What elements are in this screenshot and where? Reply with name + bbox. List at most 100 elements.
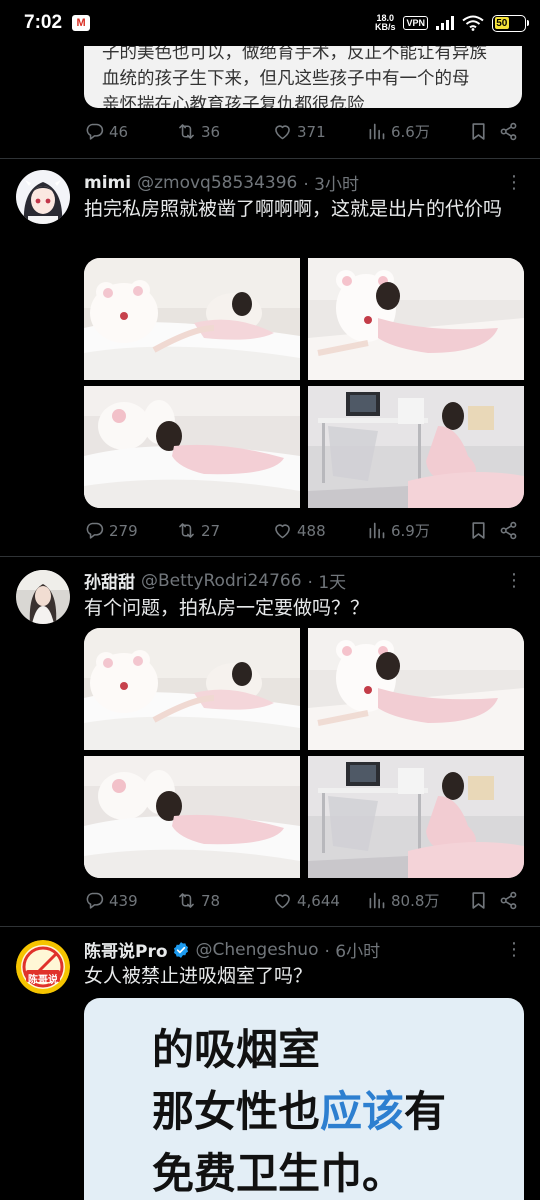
photo[interactable] [308,628,524,750]
signal-icon [436,16,454,30]
reply-icon [84,520,105,541]
avatar[interactable] [16,170,70,224]
quote-text-line: 亲怀揣在心教育孩子复仇都很危险 [102,95,365,108]
retweet-count: 36 [201,122,221,141]
views-button[interactable]: 6.9万 [366,520,460,541]
retweet-button[interactable]: 36 [176,121,272,142]
user-handle[interactable]: @zmovq58534396 [137,173,297,193]
poster-line: 免费卫生巾。 [152,1149,405,1198]
avatar[interactable]: 陈哥说 [16,940,70,994]
avatar-text: 陈哥说 [28,975,58,986]
tweet-time[interactable]: · 6小时 [324,937,380,962]
photo[interactable] [308,258,524,380]
status-bar: 7:02 M 18.0 KB/s VPN 50 [0,0,540,46]
reply-button[interactable]: 46 [84,121,176,142]
retweet-icon [176,520,197,541]
more-icon[interactable]: ⋮ [505,172,524,193]
tweet-actions: 439 78 4,644 80.8万 [84,890,520,911]
like-button[interactable]: 488 [272,520,366,541]
like-count: 4,644 [297,891,340,910]
reply-button[interactable]: 279 [84,520,176,541]
like-button[interactable]: 4,644 [272,890,366,911]
tweet-text: 拍完私房照就被凿了啊啊啊，这就是出片的代价吗 [84,198,503,220]
user-handle[interactable]: @BettyRodri24766 [141,571,302,591]
views-icon [366,121,387,142]
tweet-text: 女人被禁止进吸烟室了吗？ [84,965,313,987]
tweet-divider [0,556,540,557]
like-icon [272,121,293,142]
tweet-divider [0,158,540,159]
tweet-header: 陈哥说Pro @Chengeshuo · 6小时 ⋮ [84,937,524,962]
media-grid [84,258,524,508]
tweet-time[interactable]: · 1天 [308,568,347,593]
battery-level: 50 [494,17,509,29]
net-speed-unit: KB/s [374,22,396,32]
tweet-header: 孙甜甜 @BettyRodri24766 · 1天 ⋮ [84,568,524,593]
retweet-button[interactable]: 27 [176,520,272,541]
photo[interactable] [84,258,300,380]
display-name[interactable]: mimi [84,173,131,193]
view-count: 6.9万 [391,522,430,540]
retweet-icon [176,890,197,911]
photo[interactable] [84,386,300,508]
retweet-icon [176,121,197,142]
status-time: 7:02 [24,12,63,33]
bookmark-icon [468,121,489,142]
like-icon [272,520,293,541]
retweet-count: 27 [201,521,221,540]
display-name[interactable]: 陈哥说Pro [84,937,168,962]
more-icon[interactable]: ⋮ [505,939,524,960]
display-name[interactable]: 孙甜甜 [84,568,135,593]
verified-icon [173,941,188,958]
tweet-time[interactable]: · 3小时 [303,170,359,195]
poster-image[interactable]: 的吸烟室 那女性也应该有 免费卫生巾。 [84,998,524,1200]
avatar[interactable] [16,570,70,624]
tweet-header: mimi @zmovq58534396 · 3小时 ⋮ [84,170,524,195]
poster-line: 那女性也应该有 [152,1078,446,1139]
poster-highlight-text: 应该 [320,1087,405,1136]
share-icon [498,121,519,142]
quote-text-line: 血统的孩子生下来，但凡这些孩子中有一个的母 [102,69,470,89]
gmail-notification-icon: M [72,15,91,31]
reply-count: 439 [109,891,138,910]
reply-button[interactable]: 439 [84,890,176,911]
photo[interactable] [308,756,524,878]
reply-icon [84,890,105,911]
tweet-divider [0,926,540,927]
share-button[interactable] [496,520,520,541]
photo[interactable] [84,756,300,878]
photo[interactable] [84,628,300,750]
bookmark-button[interactable] [460,121,496,142]
poster-text: 有 [404,1087,447,1136]
net-speed: 18.0 KB/s [375,14,396,32]
poster-line: 的吸烟室 [152,1025,321,1074]
reply-icon [84,121,105,142]
media-grid [84,628,524,878]
tweet-actions: 46 36 371 6.6万 [84,121,520,142]
like-button[interactable]: 371 [272,121,366,142]
views-button[interactable]: 80.8万 [366,890,460,911]
more-icon[interactable]: ⋮ [505,570,524,591]
wifi-icon [462,15,484,31]
bookmark-button[interactable] [460,890,496,911]
views-icon [366,890,387,911]
like-count: 371 [297,122,326,141]
like-icon [272,890,293,911]
share-button[interactable] [496,890,520,911]
reply-count: 279 [109,521,138,540]
tweet-actions: 279 27 488 6.9万 [84,520,520,541]
user-handle[interactable]: @Chengeshuo [196,940,319,960]
retweet-button[interactable]: 78 [176,890,272,911]
views-button[interactable]: 6.6万 [366,121,460,142]
bookmark-icon [468,890,489,911]
retweet-count: 78 [201,891,221,910]
like-count: 488 [297,521,326,540]
share-button[interactable] [496,121,520,142]
photo[interactable] [308,386,524,508]
poster-text: 那女性也 [152,1087,321,1136]
view-count: 80.8万 [391,892,440,910]
bookmark-button[interactable] [460,520,496,541]
battery-icon: 50 [492,14,529,32]
tweet-text: 有个问题，拍私房一定要做吗？？ [84,597,370,619]
reply-count: 46 [109,122,129,141]
